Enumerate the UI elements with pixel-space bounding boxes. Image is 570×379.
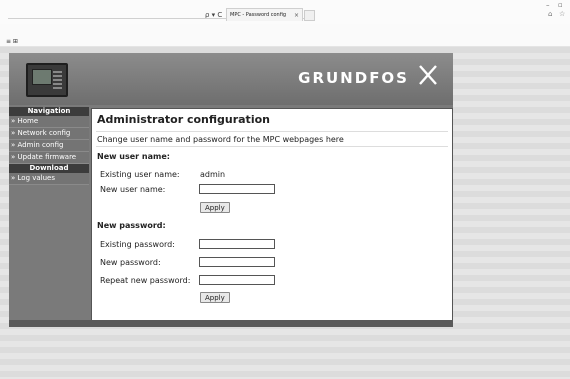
existing-username-label: Existing user name: xyxy=(100,170,180,179)
new-username-field[interactable] xyxy=(199,184,275,194)
page-description: Change user name and password for the MP… xyxy=(97,135,344,144)
nav-heading: Navigation xyxy=(9,107,89,116)
command-bar-icons[interactable]: ≡ ⊞ xyxy=(6,38,18,45)
download-heading: Download xyxy=(9,164,89,173)
password-section-heading: New password: xyxy=(97,221,166,230)
footer-bar xyxy=(9,320,453,327)
divider xyxy=(96,131,448,132)
favorites-icon[interactable]: ☆ xyxy=(559,10,565,18)
controller-device-image xyxy=(26,63,68,97)
sidebar-item-home[interactable]: » Home xyxy=(9,116,89,128)
existing-password-label: Existing password: xyxy=(100,240,175,249)
new-tab-button[interactable] xyxy=(304,10,315,21)
divider xyxy=(96,146,448,147)
maximize-icon[interactable]: ▫ xyxy=(558,1,563,9)
close-icon[interactable]: × xyxy=(294,9,299,22)
sidebar-item-admin-config[interactable]: » Admin config xyxy=(9,140,89,152)
new-password-field[interactable] xyxy=(199,257,275,267)
new-password-label: New password: xyxy=(100,258,161,267)
apply-password-button[interactable]: Apply xyxy=(200,292,230,303)
grundfos-logo: GRUNDFOS xyxy=(298,69,409,87)
new-username-label: New user name: xyxy=(100,185,166,194)
browser-command-bar xyxy=(0,24,570,47)
sidebar: Navigation » Home » Network config » Adm… xyxy=(9,107,89,185)
apply-username-button[interactable]: Apply xyxy=(200,202,230,213)
existing-password-field[interactable] xyxy=(199,239,275,249)
minimize-icon[interactable]: – xyxy=(546,1,550,9)
browser-titlebar: ρ ▾ C MPC - Password config × – ▫ ⌂ ☆ xyxy=(0,0,570,24)
header-banner: GRUNDFOS xyxy=(9,53,453,105)
repeat-password-label: Repeat new password: xyxy=(100,276,191,285)
device-screen xyxy=(32,69,52,85)
username-section-heading: New user name: xyxy=(97,152,170,161)
repeat-password-field[interactable] xyxy=(199,275,275,285)
sidebar-item-log-values[interactable]: » Log values xyxy=(9,173,89,185)
browser-tab[interactable]: MPC - Password config × xyxy=(226,8,303,21)
app-frame: GRUNDFOS Navigation » Home » Network con… xyxy=(9,53,453,327)
tab-title: MPC - Password config xyxy=(230,12,287,18)
page-title: Administrator configuration xyxy=(97,113,270,126)
admin-config-panel: Administrator configuration Change user … xyxy=(91,108,453,321)
existing-username-value: admin xyxy=(200,170,226,179)
sidebar-item-update-firmware[interactable]: » Update firmware xyxy=(9,152,89,164)
home-icon[interactable]: ⌂ xyxy=(548,10,552,18)
grundfos-logo-icon xyxy=(419,65,437,85)
sidebar-item-network-config[interactable]: » Network config xyxy=(9,128,89,140)
device-keypad xyxy=(53,71,62,89)
